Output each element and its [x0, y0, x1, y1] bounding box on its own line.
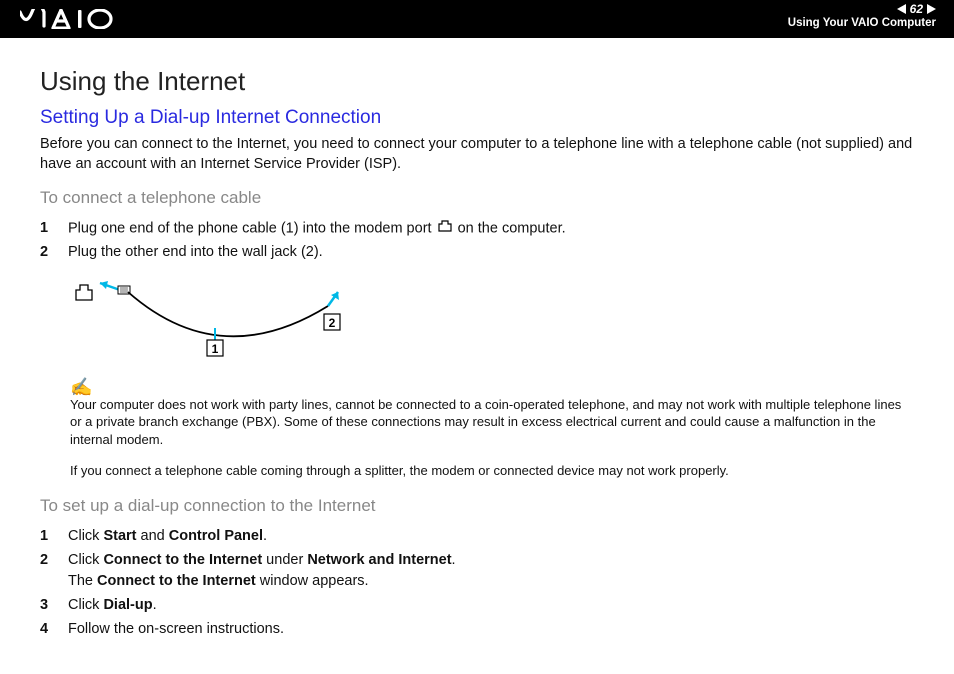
page-navigator: 62	[788, 2, 936, 16]
svg-text:1: 1	[212, 342, 219, 356]
subsection-title-1: To connect a telephone cable	[40, 188, 914, 208]
note-text-2: If you connect a telephone cable coming …	[70, 462, 914, 480]
note-icon: ✍	[70, 377, 914, 398]
header-bar: 62 Using Your VAIO Computer	[0, 0, 954, 38]
page-content: Using the Internet Setting Up a Dial-up …	[0, 38, 954, 670]
prev-page-icon[interactable]	[897, 4, 906, 14]
steps-list-2: 1 Click Start and Control Panel. 2 Click…	[40, 526, 914, 640]
step-2-2: 2 Click Connect to the Internet under Ne…	[40, 550, 914, 592]
header-right: 62 Using Your VAIO Computer	[788, 2, 936, 29]
cable-diagram: 1 2	[70, 278, 914, 363]
page-number: 62	[910, 2, 923, 16]
note-text-1: Your computer does not work with party l…	[70, 396, 914, 449]
step-2-1: 1 Click Start and Control Panel.	[40, 526, 914, 547]
page-title: Using the Internet	[40, 66, 914, 97]
next-page-icon[interactable]	[927, 4, 936, 14]
section-title: Setting Up a Dial-up Internet Connection	[40, 107, 914, 129]
intro-paragraph: Before you can connect to the Internet, …	[40, 135, 914, 174]
modem-port-icon	[438, 218, 452, 239]
step-2-4: 4 Follow the on-screen instructions.	[40, 619, 914, 640]
step-1-2: 2 Plug the other end into the wall jack …	[40, 242, 914, 263]
step-2-3: 3 Click Dial-up.	[40, 595, 914, 616]
note-block: ✍ Your computer does not work with party…	[70, 377, 914, 449]
subsection-title-2: To set up a dial-up connection to the In…	[40, 496, 914, 516]
step-1-1: 1 Plug one end of the phone cable (1) in…	[40, 218, 914, 239]
vaio-logo	[20, 9, 116, 29]
steps-list-1: 1 Plug one end of the phone cable (1) in…	[40, 218, 914, 263]
svg-text:2: 2	[329, 316, 336, 330]
header-subtitle: Using Your VAIO Computer	[788, 17, 936, 29]
